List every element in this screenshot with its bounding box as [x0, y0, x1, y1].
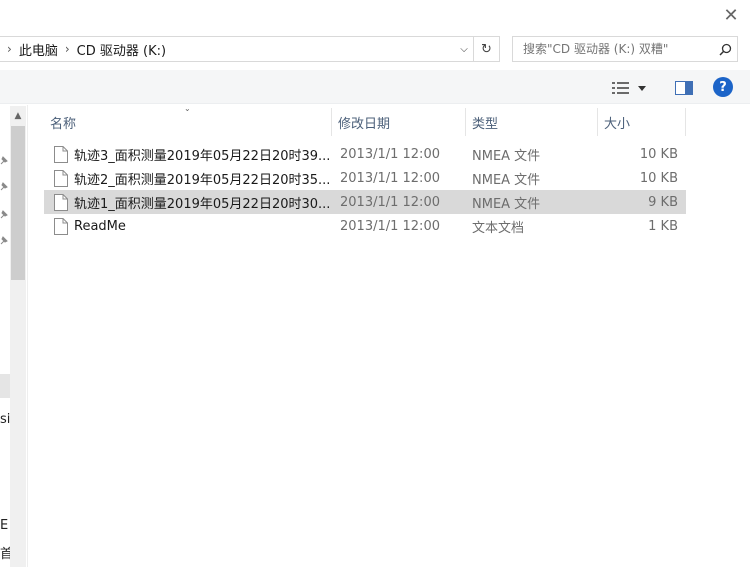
- file-icon: [54, 217, 68, 235]
- help-button[interactable]: ?: [713, 77, 733, 97]
- breadcrumb-this-pc[interactable]: 此电脑: [19, 40, 58, 59]
- address-history-dropdown-icon[interactable]: ⌵: [455, 44, 473, 55]
- column-header-type[interactable]: 类型: [466, 108, 598, 136]
- breadcrumb-separator[interactable]: ›: [0, 42, 19, 56]
- file-type: NMEA 文件: [472, 148, 541, 164]
- file-icon: [54, 169, 68, 187]
- search-icon[interactable]: [713, 43, 737, 56]
- file-name-cell[interactable]: 轨迹1_面积测量2019年05月22日20时30...: [54, 190, 334, 214]
- file-size: 1 KB: [648, 218, 678, 234]
- file-type: NMEA 文件: [472, 172, 541, 188]
- column-header-date-modified[interactable]: 修改日期: [332, 108, 466, 136]
- refresh-button[interactable]: ↻: [474, 36, 500, 62]
- close-window-button[interactable]: ✕: [712, 0, 750, 30]
- file-row[interactable]: 轨迹1_面积测量2019年05月22日20时30... 2013/1/1 12:0…: [44, 190, 686, 214]
- nav-item-label[interactable]: 首: [0, 543, 10, 562]
- file-date: 2013/1/1 12:00: [340, 170, 440, 186]
- file-type: 文本文档: [472, 220, 525, 236]
- nav-selected-item[interactable]: [0, 374, 10, 398]
- file-list: 轨迹3_面积测量2019年05月22日20时39... 2013/1/1 12:0…: [44, 142, 686, 238]
- breadcrumb-separator[interactable]: ›: [58, 42, 77, 56]
- close-icon: ✕: [723, 4, 739, 26]
- file-name-cell[interactable]: ReadMe: [54, 214, 334, 238]
- file-icon: [54, 193, 68, 211]
- file-date: 2013/1/1 12:00: [340, 146, 440, 162]
- file-date: 2013/1/1 12:00: [340, 194, 440, 210]
- pin-icon: [0, 156, 8, 165]
- pin-icon: [0, 210, 8, 219]
- column-header-name[interactable]: 名称: [44, 108, 332, 136]
- refresh-icon: ↻: [481, 41, 492, 57]
- file-name: 轨迹2_面积测量2019年05月22日20时35...: [74, 172, 331, 188]
- search-input[interactable]: [523, 42, 713, 56]
- scroll-thumb[interactable]: [11, 126, 25, 280]
- column-header-size[interactable]: 大小: [598, 108, 686, 136]
- scroll-up-icon[interactable]: ▲: [10, 108, 26, 124]
- nav-item-label[interactable]: E: [0, 518, 10, 533]
- file-name-cell[interactable]: 轨迹3_面积测量2019年05月22日20时39...: [54, 142, 334, 166]
- pin-icon: [0, 236, 8, 245]
- preview-pane-icon: [675, 81, 693, 95]
- file-type: NMEA 文件: [472, 196, 541, 212]
- file-date: 2013/1/1 12:00: [340, 218, 440, 234]
- pin-icon: [0, 182, 8, 191]
- breadcrumb-cd-drive[interactable]: CD 驱动器 (K:): [77, 40, 166, 59]
- file-name: ReadMe: [74, 218, 126, 234]
- file-row[interactable]: 轨迹3_面积测量2019年05月22日20时39... 2013/1/1 12:0…: [44, 142, 686, 166]
- file-row[interactable]: 轨迹2_面积测量2019年05月22日20时35... 2013/1/1 12:0…: [44, 166, 686, 190]
- search-box[interactable]: [512, 36, 738, 62]
- nav-item-label[interactable]: si: [0, 412, 10, 427]
- file-size: 10 KB: [639, 146, 678, 162]
- file-name-cell[interactable]: 轨迹2_面积测量2019年05月22日20时35...: [54, 166, 334, 190]
- file-name: 轨迹1_面积测量2019年05月22日20时30...: [74, 196, 331, 212]
- change-view-button[interactable]: [612, 78, 656, 98]
- file-size: 9 KB: [648, 194, 678, 210]
- dropdown-arrow-icon: [638, 85, 646, 91]
- file-row[interactable]: ReadMe 2013/1/1 12:00 文本文档 1 KB: [44, 214, 686, 238]
- file-icon: [54, 145, 68, 163]
- details-view-icon: [612, 82, 629, 94]
- column-header-row: 名称 修改日期 类型 大小: [44, 108, 686, 136]
- file-size: 10 KB: [639, 170, 678, 186]
- address-bar[interactable]: › 此电脑 › CD 驱动器 (K:) ⌵: [0, 36, 474, 62]
- file-name: 轨迹3_面积测量2019年05月22日20时39...: [74, 148, 331, 164]
- preview-pane-button[interactable]: [674, 78, 694, 98]
